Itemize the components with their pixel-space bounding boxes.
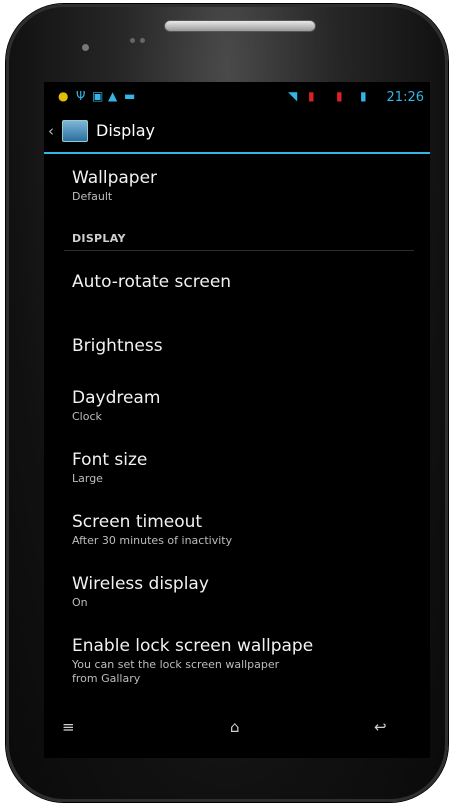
notification-icon: ●	[58, 89, 69, 103]
brightness-setting[interactable]: Brightness	[72, 336, 422, 356]
lock-screen-wallpaper-setting[interactable]: Enable lock screen wallpape You can set …	[72, 636, 422, 686]
setting-title: Enable lock screen wallpape	[72, 636, 314, 656]
game-icon: ▬	[124, 89, 136, 103]
screen: ● Ψ ▣ ▲ ▬ ◥ ▮ ▮ ▮ 21:26 ‹ Display Wallpa…	[44, 82, 430, 758]
setting-title: Daydream	[72, 388, 161, 408]
setting-title: Auto-rotate screen	[72, 272, 232, 292]
setting-summary: After 30 minutes of inactivity	[72, 534, 233, 547]
wireless-display-setting[interactable]: Wireless display On	[72, 574, 422, 610]
setting-title: Wireless display	[72, 574, 209, 594]
status-clock: 21:26	[386, 90, 424, 105]
image-icon: ▣	[92, 89, 104, 103]
signal-icon: ▮	[308, 89, 315, 103]
setting-summary: Default	[72, 190, 113, 203]
font-size-setting[interactable]: Font size Large	[72, 450, 422, 486]
auto-rotate-setting[interactable]: Auto-rotate screen	[72, 272, 422, 292]
divider	[64, 250, 414, 251]
setting-summary: On	[72, 596, 88, 609]
status-bar: ● Ψ ▣ ▲ ▬ ◥ ▮ ▮ ▮ 21:26	[44, 82, 430, 110]
navigation-bar: ≡ ⌂ ↩	[44, 702, 430, 758]
signal-icon: ▮	[336, 89, 343, 103]
daydream-setting[interactable]: Daydream Clock	[72, 388, 422, 424]
action-bar: ‹ Display	[44, 110, 430, 154]
wifi-icon: ◥	[288, 89, 298, 103]
earpiece-speaker	[164, 20, 316, 32]
display-settings-icon[interactable]	[62, 120, 88, 142]
setting-summary: Clock	[72, 410, 102, 423]
home-icon[interactable]: ⌂	[230, 718, 240, 736]
page-title: Display	[96, 121, 155, 140]
screen-timeout-setting[interactable]: Screen timeout After 30 minutes of inact…	[72, 512, 422, 548]
menu-icon[interactable]: ≡	[62, 718, 75, 736]
setting-title: Brightness	[72, 336, 163, 356]
setting-summary: You can set the lock screen wallpaper fr…	[72, 658, 280, 685]
light-sensor	[140, 38, 145, 43]
back-icon[interactable]: ↩	[374, 718, 387, 736]
setting-title: Screen timeout	[72, 512, 203, 532]
phone-frame: ● Ψ ▣ ▲ ▬ ◥ ▮ ▮ ▮ 21:26 ‹ Display Wallpa…	[6, 4, 448, 802]
category-header: DISPLAY	[72, 232, 126, 245]
setting-summary: Large	[72, 472, 103, 485]
proximity-sensor	[130, 38, 135, 43]
setting-title: Font size	[72, 450, 148, 470]
warning-icon: ▲	[108, 89, 118, 103]
front-camera	[82, 44, 89, 51]
setting-title: Wallpaper	[72, 168, 158, 188]
battery-icon: ▮	[360, 89, 367, 103]
up-chevron-icon[interactable]: ‹	[48, 122, 54, 140]
wallpaper-setting[interactable]: Wallpaper Default	[72, 168, 422, 204]
usb-icon: Ψ	[76, 89, 86, 103]
